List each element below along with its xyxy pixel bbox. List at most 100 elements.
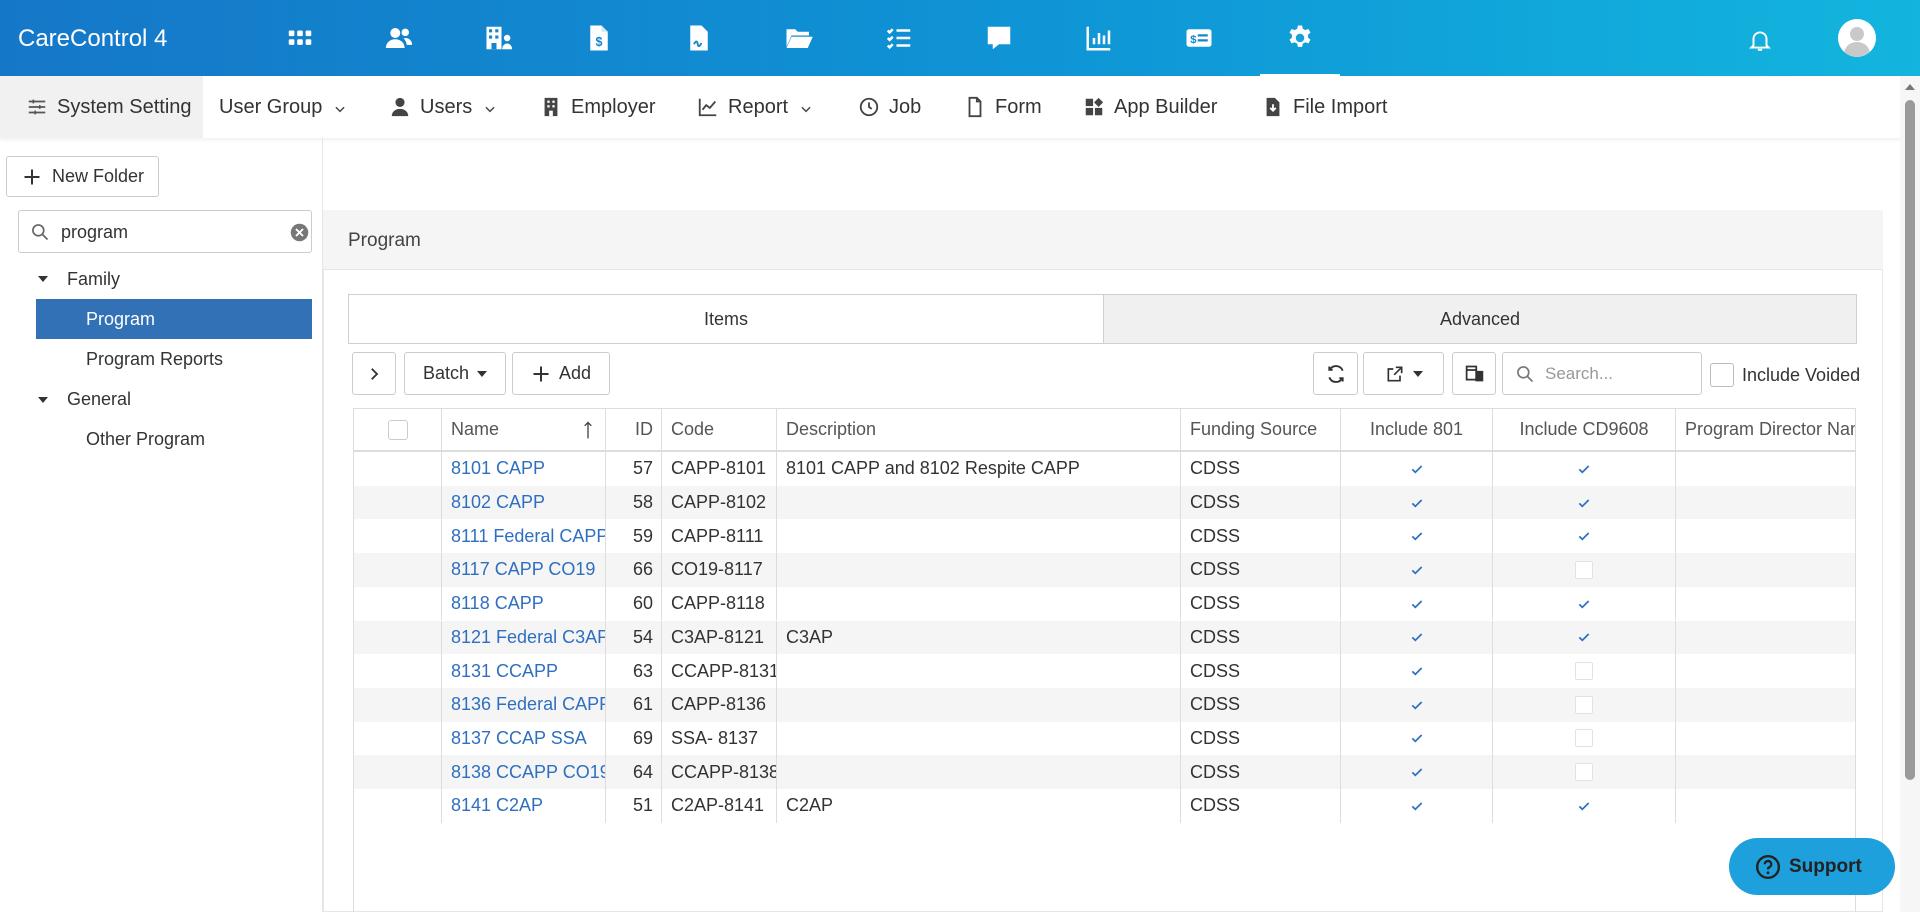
select-all-checkbox[interactable] [387,419,408,440]
tab-items[interactable]: Items [349,295,1103,343]
program-name-link[interactable]: 8111 Federal CAPP [442,519,606,554]
menu-report[interactable]: Report [697,76,813,138]
building-user-icon[interactable] [483,22,515,54]
tab-advanced[interactable]: Advanced [1103,295,1856,343]
table-row[interactable]: 8111 Federal CAPP 59 CAPP-8111 CDSS [354,519,1855,554]
table-row[interactable]: 8117 CAPP CO19 66 CO19-8117 CDSS [354,553,1855,587]
row-select-cell[interactable] [354,789,442,823]
batch-dropdown-button[interactable]: Batch [404,352,506,395]
people-icon[interactable] [383,22,415,54]
column-chooser-button[interactable] [1452,352,1496,395]
bar-chart-icon[interactable] [1083,22,1115,54]
folder-open-icon[interactable] [783,22,815,54]
bell-icon[interactable] [1744,24,1776,56]
tree-node-program-reports[interactable]: Program Reports [86,339,223,379]
columns-icon [1465,365,1483,382]
refresh-button[interactable] [1313,352,1358,395]
row-select-cell[interactable] [354,519,442,554]
tree-node-other-program[interactable]: Other Program [86,419,205,459]
expand-panel-button[interactable] [352,352,396,395]
program-code-cell: CCAPP-8131 [662,654,777,688]
table-row[interactable]: 8137 CCAP SSA 69 SSA- 8137 CDSS [354,721,1855,756]
table-row[interactable]: 8101 CAPP 57 CAPP-8101 8101 CAPP and 8102 R… [354,452,1855,486]
row-select-cell[interactable] [354,452,442,486]
column-header-code[interactable]: Code [662,409,777,450]
table-row[interactable]: 8138 CCAPP CO19 64 CCAPP-8138 CDSS [354,755,1855,789]
tab-strip: Items Advanced [348,294,1857,344]
program-name-link[interactable]: 8136 Federal CAPP [442,687,606,722]
chevron-down-icon [485,106,495,113]
money-card-icon[interactable]: $ [1183,22,1215,54]
program-name-link[interactable]: 8138 CCAPP CO19 [442,755,606,789]
row-select-cell[interactable] [354,755,442,789]
program-id-cell: 64 [606,755,662,789]
program-name-link[interactable]: 8102 CAPP [442,485,606,520]
program-id-cell: 69 [606,721,662,756]
program-name-link[interactable]: 8101 CAPP [442,452,606,486]
grid-search-input[interactable] [1545,361,1695,387]
program-name-link[interactable]: 8118 CAPP [442,586,606,621]
table-row[interactable]: 8102 CAPP 58 CAPP-8102 CDSS [354,485,1855,520]
expand-caret-icon[interactable] [38,276,48,282]
add-button[interactable]: Add [512,352,610,395]
new-folder-button[interactable]: New Folder [6,156,159,197]
tree-node-program[interactable]: Program [36,299,312,339]
menu-form[interactable]: Form [964,76,1042,138]
table-row[interactable]: 8141 C2AP 51 C2AP-8141 C2AP CDSS [354,789,1855,823]
menu-user-group-label: User Group [219,95,323,118]
scroll-up-arrow-icon[interactable] [1905,84,1915,90]
apps-grid-icon[interactable] [284,22,316,54]
scrollbar-thumb[interactable] [1905,100,1915,780]
row-select-cell[interactable] [354,687,442,722]
expand-caret-icon[interactable] [38,397,48,403]
page-scrollbar[interactable] [1900,76,1920,912]
user-avatar-icon[interactable] [1838,19,1876,57]
program-name-link[interactable]: 8131 CCAPP [442,654,606,688]
program-name-link[interactable]: 8121 Federal C3AP [442,620,606,655]
column-header-include-801[interactable]: Include 801 [1341,409,1493,450]
menu-user-group[interactable]: User Group [219,76,347,138]
table-row[interactable]: 8121 Federal C3AP 54 C3AP-8121 C3AP CDSS [354,620,1855,655]
include-voided-checkbox[interactable] [1710,363,1734,387]
row-select-cell[interactable] [354,553,442,587]
row-select-cell[interactable] [354,620,442,655]
table-row[interactable]: 8136 Federal CAPP 61 CAPP-8136 CDSS [354,687,1855,722]
tree-search-input[interactable] [61,219,281,245]
row-select-cell[interactable] [354,654,442,688]
support-button[interactable]: Support [1729,838,1895,895]
column-header-description[interactable]: Description [777,409,1181,450]
table-row[interactable]: 8131 CCAPP 63 CCAPP-8131 CDSS [354,654,1855,688]
program-name-link[interactable]: 8137 CCAP SSA [442,721,606,756]
column-header-include-cd9608[interactable]: Include CD9608 [1493,409,1676,450]
column-header-id[interactable]: ID [606,409,662,450]
checkmark-icon [1576,798,1592,814]
row-select-cell[interactable] [354,721,442,756]
table-row[interactable]: 8118 CAPP 60 CAPP-8118 CDSS [354,586,1855,621]
gear-icon[interactable] [1260,22,1340,78]
chat-bubble-icon[interactable] [983,22,1015,54]
menu-job[interactable]: Job [858,76,921,138]
menu-app-builder[interactable]: App Builder [1083,76,1217,138]
menu-system-setting[interactable]: System Setting [0,76,203,138]
menu-file-import[interactable]: File Import [1262,76,1387,138]
column-header-name[interactable]: Name [442,409,606,450]
row-select-cell[interactable] [354,485,442,520]
checklist-icon[interactable] [883,22,915,54]
sliders-icon [28,99,46,115]
file-import-icon [1266,97,1280,117]
program-id-cell: 63 [606,654,662,688]
column-header-program-director[interactable]: Program Director Name [1676,409,1855,450]
tree-node-general[interactable]: General [67,379,131,419]
signed-document-icon[interactable] [683,22,715,54]
menu-employer[interactable]: Employer [540,76,655,138]
program-name-link[interactable]: 8141 C2AP [442,789,606,823]
program-name-link[interactable]: 8117 CAPP CO19 [442,553,606,587]
tree-node-family[interactable]: Family [67,259,120,299]
invoice-dollar-icon[interactable]: $ [583,22,615,54]
menu-users[interactable]: Users [389,76,497,138]
clear-search-icon[interactable] [289,222,310,243]
column-header-funding-source[interactable]: Funding Source [1181,409,1341,450]
export-dropdown-button[interactable] [1363,352,1444,395]
row-select-cell[interactable] [354,586,442,621]
checkmark-icon [1409,461,1425,477]
